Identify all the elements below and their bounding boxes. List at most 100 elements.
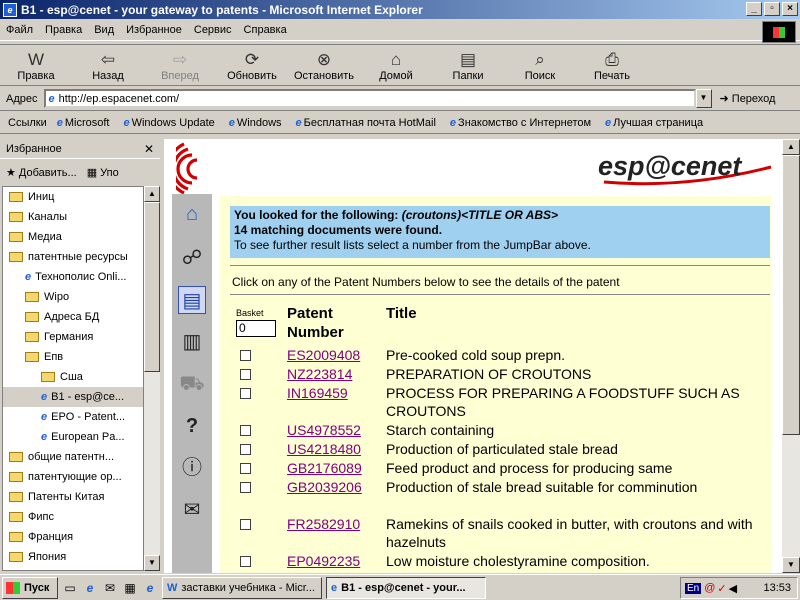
link-item[interactable]: e Бесплатная почта HotMail (296, 117, 436, 129)
close-button[interactable]: × (782, 2, 798, 16)
address-bar: Адрес e http://ep.espacenet.com/ ▼ ➜ Пер… (0, 87, 800, 111)
favorite-item[interactable]: Япония (3, 547, 143, 567)
patent-number-link[interactable]: FR2582910 (287, 515, 360, 533)
favorite-item[interactable]: e European Pa... (3, 427, 143, 447)
home-icon[interactable]: ⌂ (178, 200, 206, 228)
select-checkbox[interactable] (240, 444, 251, 455)
address-input[interactable]: e http://ep.espacenet.com/ (43, 89, 696, 108)
volume-icon[interactable]: ◀ (729, 582, 737, 595)
patent-number-link[interactable]: US4218480 (287, 440, 361, 458)
favorite-item[interactable]: e EPO - Patent... (3, 407, 143, 427)
cart-icon[interactable]: ⛟ (178, 370, 206, 398)
scroll-down-button[interactable]: ▼ (144, 555, 160, 571)
home-icon: ⌂ (390, 50, 402, 69)
refresh-button[interactable]: ⟳ Обновить (216, 45, 288, 85)
patent-number-link[interactable]: IN169459 (287, 384, 348, 402)
menu-help[interactable]: Справка (244, 24, 287, 36)
outlook-icon[interactable]: ✉ (102, 580, 118, 596)
address-dropdown-button[interactable]: ▼ (695, 89, 712, 108)
tray-app-icon[interactable]: @ (704, 582, 715, 594)
scroll-thumb[interactable] (144, 202, 160, 372)
link-item[interactable]: e Windows (229, 117, 282, 129)
folders-button[interactable]: ▤ Папки (432, 45, 504, 85)
tray-app-icon-2[interactable]: ✓ (717, 582, 726, 595)
favorite-item[interactable]: патентующие ор... (3, 467, 143, 487)
link-item[interactable]: e Microsoft (57, 117, 110, 129)
info-icon[interactable]: ⓘ (178, 454, 206, 482)
patent-number-link[interactable]: EP0285196 (287, 571, 360, 573)
maximize-button[interactable]: ▫ (764, 2, 780, 16)
favorite-item[interactable]: Германия (3, 327, 143, 347)
patent-number-link[interactable]: US4978552 (287, 421, 361, 439)
page-scrollbar[interactable]: ▲ ▼ (782, 139, 800, 573)
favorite-item[interactable]: Каналы (3, 207, 143, 227)
favorite-item[interactable]: патентные ресурсы (3, 247, 143, 267)
patent-number-link[interactable]: ES2009408 (287, 346, 360, 364)
ie-icon-2[interactable]: e (142, 580, 158, 596)
scroll-up-button[interactable]: ▲ (144, 186, 160, 202)
stop-button[interactable]: ⊗ Остановить (288, 45, 360, 85)
favorites-close-button[interactable]: ✕ (144, 142, 154, 156)
select-checkbox[interactable] (240, 482, 251, 493)
patent-number-link[interactable]: EP0492235 (287, 552, 360, 570)
language-indicator[interactable]: En (685, 582, 702, 594)
patent-number-link[interactable]: NZ223814 (287, 365, 352, 383)
select-checkbox[interactable] (240, 463, 251, 474)
favorite-item[interactable]: Епв (3, 347, 143, 367)
select-checkbox[interactable] (240, 519, 251, 530)
taskbar-item[interactable]: e B1 - esp@cenet - your... (326, 576, 486, 599)
favorite-item[interactable]: Wipo (3, 287, 143, 307)
taskbar-item[interactable]: Wзаставки учебника - Micr... (162, 576, 322, 599)
help-icon[interactable]: ? (178, 412, 206, 440)
ie-quicklaunch-icon[interactable]: e (82, 580, 98, 596)
select-checkbox[interactable] (240, 556, 251, 567)
select-checkbox[interactable] (240, 388, 251, 399)
document-icon[interactable]: ▥ (178, 328, 206, 356)
back-button[interactable]: ⇦ Назад (72, 45, 144, 85)
select-checkbox[interactable] (240, 369, 251, 380)
home-button[interactable]: ⌂ Домой (360, 45, 432, 85)
patent-number-link[interactable]: GB2176089 (287, 459, 362, 477)
favorite-item[interactable]: Медиа (3, 227, 143, 247)
favorite-item[interactable]: Франция (3, 527, 143, 547)
basket-input[interactable]: 0 (236, 320, 276, 337)
channels-icon[interactable]: ▦ (122, 580, 138, 596)
binoculars-icon[interactable]: ☍ (178, 244, 206, 272)
go-button[interactable]: ➜ Переход (720, 92, 776, 105)
link-item[interactable]: e Windows Update (123, 117, 214, 129)
print-button[interactable]: ⎙ Печать (576, 45, 648, 85)
menu-favorites[interactable]: Избранное (126, 24, 182, 36)
organize-favorites-button[interactable]: ▦ Упо (87, 166, 119, 179)
link-item[interactable]: e Лучшая страница (605, 117, 703, 129)
select-checkbox[interactable] (240, 425, 251, 436)
desktop-icon[interactable]: ▭ (62, 580, 78, 596)
favorite-item[interactable]: Фипс (3, 507, 143, 527)
patent-number-link[interactable]: GB2039206 (287, 478, 362, 496)
search-button[interactable]: ⌕ Поиск (504, 45, 576, 85)
favorite-item[interactable]: Сша (3, 367, 143, 387)
mail-icon[interactable]: ✉ (178, 496, 206, 524)
menu-edit[interactable]: Правка (45, 24, 82, 36)
select-checkbox[interactable] (240, 350, 251, 361)
add-favorite-button[interactable]: ★ Добавить... (6, 166, 77, 179)
favorite-item[interactable]: Адреса БД (3, 307, 143, 327)
menu-view[interactable]: Вид (94, 24, 114, 36)
favorite-item[interactable]: e Технополис Onli... (3, 267, 143, 287)
forward-button[interactable]: ⇨ Вперед (144, 45, 216, 85)
menu-tools[interactable]: Сервис (194, 24, 232, 36)
page-scroll-thumb[interactable] (782, 155, 800, 435)
favorite-item[interactable]: e B1 - esp@ce... (3, 387, 143, 407)
results-list-icon[interactable]: ▤ (178, 286, 206, 314)
favorite-item[interactable]: общие патентн... (3, 447, 143, 467)
favorite-item[interactable]: Иниц (3, 187, 143, 207)
espacenet-logo[interactable]: esp@cenet (596, 149, 776, 189)
link-item[interactable]: e Знакомство с Интернетом (450, 117, 591, 129)
start-button[interactable]: Пуск (2, 576, 58, 599)
page-scroll-down-button[interactable]: ▼ (782, 557, 800, 573)
menu-file[interactable]: Файл (6, 24, 33, 36)
edit-button[interactable]: W Правка (0, 45, 72, 85)
favorites-scrollbar[interactable]: ▲ ▼ (144, 186, 160, 571)
favorite-item[interactable]: Патенты Китая (3, 487, 143, 507)
minimize-button[interactable]: _ (746, 2, 762, 16)
page-scroll-up-button[interactable]: ▲ (782, 139, 800, 155)
